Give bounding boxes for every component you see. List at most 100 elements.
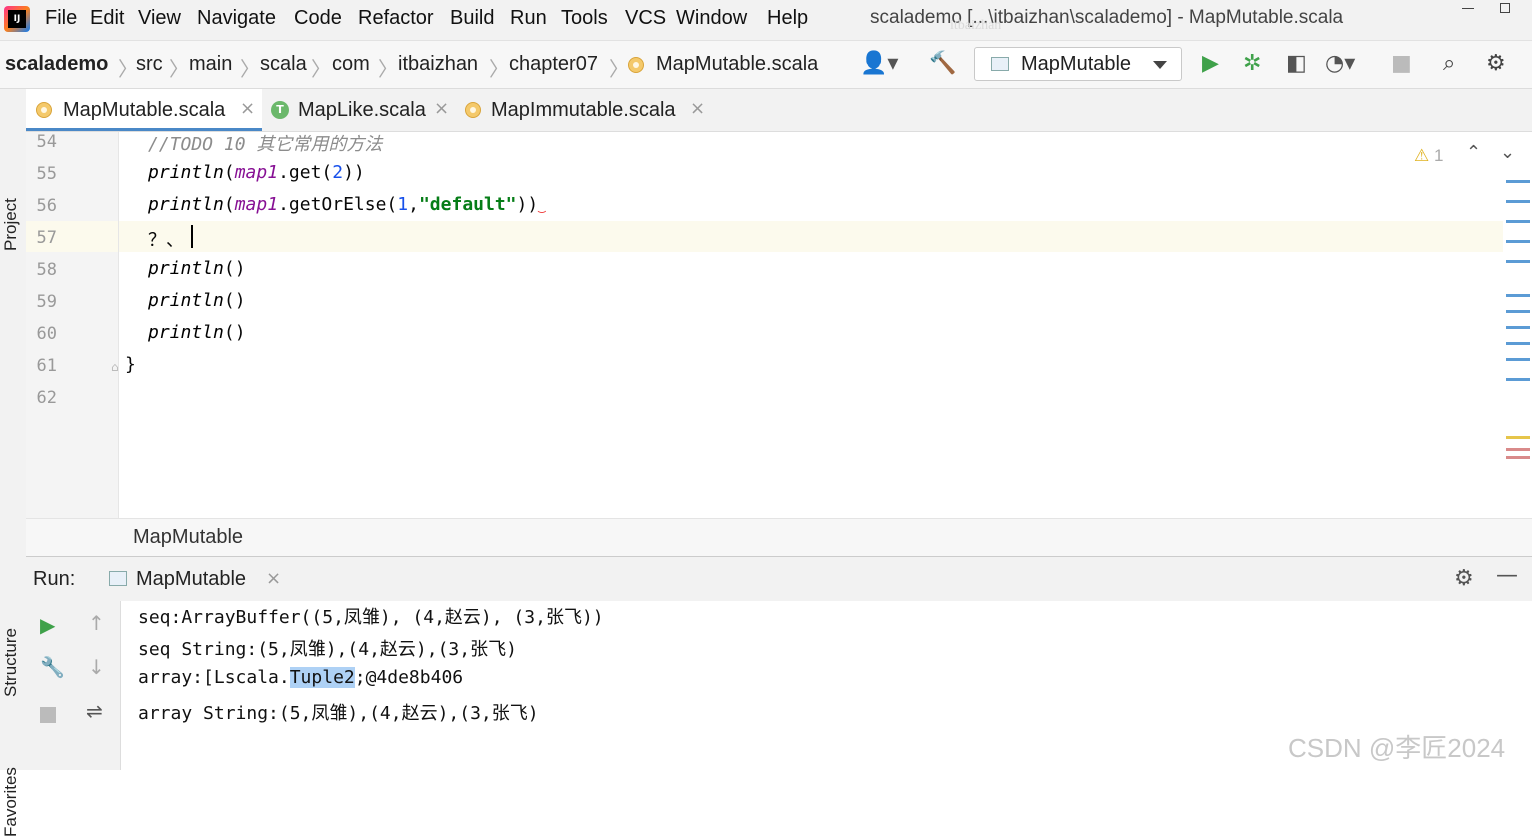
stop-icon[interactable] xyxy=(40,707,56,723)
arrow-up-icon[interactable]: ↑ xyxy=(88,611,105,635)
menu-tools[interactable]: Tools xyxy=(561,7,608,30)
stop-icon[interactable]: ■ xyxy=(1391,52,1412,76)
code-line-59: println() xyxy=(148,290,246,311)
logo-text: IJ xyxy=(8,10,26,28)
coverage-icon[interactable]: ◧ xyxy=(1286,52,1307,76)
scroll-marker xyxy=(1506,378,1530,381)
project-tool-button[interactable]: Project xyxy=(1,198,21,251)
debug-icon[interactable]: ✲ xyxy=(1243,52,1261,76)
tab-maplike[interactable]: T MapLike.scala × xyxy=(266,89,454,131)
menu-view[interactable]: View xyxy=(138,7,181,30)
breadcrumb-com[interactable]: com xyxy=(332,53,370,76)
line-number: 60 xyxy=(36,324,57,344)
csdn-watermark: CSDN @李匠2024 xyxy=(1288,733,1506,763)
fold-icon[interactable]: ⌂ xyxy=(111,360,119,374)
breadcrumb-itbaizhan[interactable]: itbaizhan xyxy=(398,53,478,76)
soft-wrap-icon[interactable]: ⇌ xyxy=(86,699,103,723)
search-icon[interactable]: ⌕ xyxy=(1443,52,1455,76)
left-tool-strip: Project Structure Favorites xyxy=(0,89,27,837)
close-icon[interactable]: × xyxy=(690,98,705,119)
chevron-up-icon[interactable]: ⌃ xyxy=(1466,142,1481,163)
rerun-icon[interactable]: ▶ xyxy=(40,613,55,637)
breadcrumb-project[interactable]: scalademo xyxy=(5,53,108,76)
close-icon[interactable]: × xyxy=(240,98,255,119)
settings-icon[interactable]: ⚙ xyxy=(1486,52,1506,76)
punct: ( xyxy=(223,162,235,183)
menu-run[interactable]: Run xyxy=(510,7,547,30)
scroll-marker xyxy=(1506,200,1530,203)
run-config-icon xyxy=(109,571,127,586)
output-line: array:[Lscala.Tuple2;@4de8b406 xyxy=(138,667,463,688)
breadcrumb-main[interactable]: main xyxy=(189,53,232,76)
output-line: seq:ArrayBuffer((5,凤雏), (4,赵云), (3,张飞)) xyxy=(138,607,604,628)
scroll-marker-warning xyxy=(1506,436,1530,439)
build-hammer-icon[interactable]: 🔨 xyxy=(929,52,956,76)
run-config-label: MapMutable xyxy=(1021,53,1132,75)
run-configuration-select[interactable]: MapMutable xyxy=(974,47,1182,81)
close-icon[interactable]: × xyxy=(434,98,449,119)
scroll-marker xyxy=(1506,220,1530,223)
intellij-logo-icon: IJ xyxy=(4,6,30,32)
menu-code[interactable]: Code xyxy=(294,7,342,30)
breadcrumb-file[interactable]: MapMutable.scala xyxy=(656,53,818,76)
breadcrumb-scala[interactable]: scala xyxy=(260,53,307,76)
scroll-marker xyxy=(1506,342,1530,345)
run-panel-header: Run: MapMutable × ⚙ — xyxy=(26,556,1532,602)
menu-help[interactable]: Help xyxy=(767,7,808,30)
minimize-icon[interactable] xyxy=(1462,8,1474,10)
tab-mapimmutable[interactable]: MapImmutable.scala × xyxy=(460,89,710,131)
settings-icon[interactable]: ⚙ xyxy=(1454,566,1474,591)
wrench-icon[interactable]: 🔧 xyxy=(40,655,65,679)
scroll-marker xyxy=(1506,180,1530,183)
breadcrumb-chapter07[interactable]: chapter07 xyxy=(509,53,598,76)
favorites-tool-button[interactable]: Favorites xyxy=(1,767,21,837)
structure-tool-button[interactable]: Structure xyxy=(1,628,21,697)
chevron-down-icon[interactable]: ⌄ xyxy=(1500,142,1515,163)
run-tab-mapmutable[interactable]: MapMutable × xyxy=(104,557,310,601)
menu-refactor[interactable]: Refactor xyxy=(358,7,434,30)
string: "default" xyxy=(418,194,517,215)
arrow-down-icon[interactable]: ↓ xyxy=(88,655,105,679)
minimize-panel-icon[interactable]: — xyxy=(1496,563,1518,588)
run-tab-label: MapMutable xyxy=(136,568,247,590)
chevron-down-icon xyxy=(1153,61,1167,69)
fn: println xyxy=(148,162,224,183)
restore-icon[interactable] xyxy=(1500,3,1510,13)
breadcrumb-separator: 〉 xyxy=(609,59,629,81)
context-label[interactable]: MapMutable xyxy=(133,526,243,549)
tab-mapmutable[interactable]: MapMutable.scala × xyxy=(26,89,262,131)
breadcrumb-separator: 〉 xyxy=(118,59,138,81)
overlay-watermark: itbaizhan xyxy=(950,18,1002,33)
punct: .getOrElse( xyxy=(278,194,398,215)
editor-scrollbar-markers[interactable] xyxy=(1503,170,1532,518)
editor-context-breadcrumb: MapMutable xyxy=(26,518,1532,557)
scala-object-icon xyxy=(465,102,481,118)
user-icon[interactable]: 👤▾ xyxy=(860,52,898,76)
code-line-58: println() xyxy=(148,258,246,279)
navigation-bar: scalademo 〉 src 〉 main 〉 scala 〉 com 〉 i… xyxy=(0,41,1532,89)
menu-vcs[interactable]: VCS xyxy=(625,7,666,30)
menu-build[interactable]: Build xyxy=(450,7,494,30)
warnings-indicator[interactable]: ⚠ 1 xyxy=(1414,146,1443,166)
menu-file[interactable]: File xyxy=(45,7,77,30)
menu-window[interactable]: Window xyxy=(676,7,747,30)
close-icon[interactable]: × xyxy=(266,568,281,589)
scroll-marker xyxy=(1506,358,1530,361)
run-icon[interactable]: ▶ xyxy=(1202,52,1219,76)
punct: () xyxy=(223,258,246,279)
code-line-56: println(map1.getOrElse(1,"default"))‿ xyxy=(148,194,545,215)
breadcrumb-separator: 〉 xyxy=(378,59,398,81)
code-line-60: println() xyxy=(148,322,246,343)
menu-navigate[interactable]: Navigate xyxy=(197,7,276,30)
output-line: array String:(5,凤雏),(4,赵云),(3,张飞) xyxy=(138,703,539,724)
breadcrumb-src[interactable]: src xyxy=(136,53,163,76)
code-line-57: ？、 xyxy=(148,226,184,252)
line-number: 57 xyxy=(36,228,57,248)
scroll-marker xyxy=(1506,260,1530,263)
scala-object-icon xyxy=(628,57,644,73)
line-number: 58 xyxy=(36,260,57,280)
menu-edit[interactable]: Edit xyxy=(90,7,124,30)
line-number: 59 xyxy=(36,292,57,312)
scala-trait-icon: T xyxy=(271,101,289,119)
profile-icon[interactable]: ◔▾ xyxy=(1325,52,1355,76)
